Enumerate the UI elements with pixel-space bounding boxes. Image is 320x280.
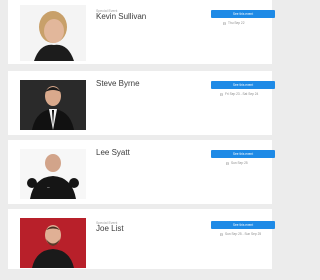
event-dates: Thu Sep 22 [223, 21, 244, 25]
event-card: ~ Lee Syatt See this event Sun Sep 25 [8, 140, 275, 204]
comedian-list: Special Event Kevin Sullivan See this ev… [0, 0, 280, 280]
comedian-photo[interactable] [20, 5, 86, 61]
event-dates: Fri Sep 23 - Sat Sep 24 [220, 92, 258, 96]
calendar-icon [226, 161, 229, 165]
event-card: Steve Byrne See this event Fri Sep 23 - … [8, 71, 275, 135]
event-dates-text: Sun Sep 25 [231, 161, 248, 165]
calendar-icon [223, 21, 226, 25]
comedian-photo[interactable]: ~ [20, 149, 86, 199]
event-dates-text: Thu Sep 22 [228, 21, 245, 25]
comedian-photo[interactable] [20, 218, 86, 268]
event-dates-text: Sun Sep 25 - Sun Sep 25 [225, 232, 262, 236]
see-event-button[interactable]: See this event [211, 150, 275, 158]
comedian-name[interactable]: Kevin Sullivan [96, 12, 146, 21]
calendar-icon [220, 232, 223, 236]
event-card: Special Event Kevin Sullivan See this ev… [8, 0, 275, 64]
see-event-button[interactable]: See this event [211, 81, 275, 89]
comedian-name[interactable]: Lee Syatt [96, 148, 130, 157]
see-event-button[interactable]: See this event [211, 10, 275, 18]
event-dates: Sun Sep 25 [226, 161, 248, 165]
comedian-name[interactable]: Joe List [96, 224, 124, 233]
comedian-photo[interactable] [20, 80, 86, 130]
see-event-button[interactable]: See this event [211, 221, 275, 229]
event-dates: Sun Sep 25 - Sun Sep 25 [220, 232, 261, 236]
event-card: Special Event Joe List See this event Su… [8, 209, 275, 269]
comedian-name[interactable]: Steve Byrne [96, 79, 140, 88]
svg-text:~: ~ [47, 186, 50, 191]
event-dates-text: Fri Sep 23 - Sat Sep 24 [225, 92, 259, 96]
calendar-icon [220, 92, 223, 96]
